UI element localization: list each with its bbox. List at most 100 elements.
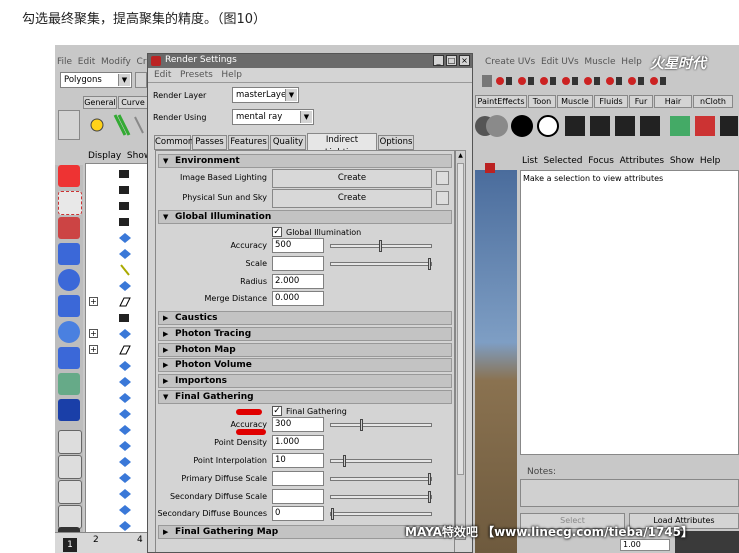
viewport-panel[interactable] xyxy=(475,170,517,553)
shelf-tab-fur[interactable]: Fur xyxy=(629,95,653,108)
outliner-row[interactable] xyxy=(86,374,148,390)
outliner-row[interactable] xyxy=(86,262,148,278)
fg-point-interp-slider[interactable] xyxy=(330,455,432,467)
tab-features[interactable]: Features xyxy=(228,135,269,150)
outliner-row[interactable] xyxy=(86,246,148,262)
rotate-tool-icon[interactable] xyxy=(58,269,80,291)
layout-two-icon[interactable] xyxy=(58,480,82,504)
render-using-select[interactable]: mental ray ▼ xyxy=(232,109,314,125)
attr-menu-attributes[interactable]: Attributes xyxy=(620,156,664,166)
section-photon-tracing[interactable]: ▶ Photon Tracing xyxy=(158,327,452,341)
attr-menu-focus[interactable]: Focus xyxy=(588,156,614,166)
rs-menu-edit[interactable]: Edit xyxy=(154,70,171,80)
outliner-row[interactable] xyxy=(86,198,148,214)
gi-scale-swatch[interactable] xyxy=(272,256,324,271)
outliner-row[interactable] xyxy=(86,166,148,182)
show-manip-icon[interactable] xyxy=(58,373,80,395)
menu-edit[interactable]: Edit xyxy=(78,57,95,67)
gi-scale-slider[interactable] xyxy=(330,258,432,270)
shelf-tab-painteffects[interactable]: PaintEffects xyxy=(475,95,527,108)
section-photon-map[interactable]: ▶ Photon Map xyxy=(158,343,452,357)
outliner-row[interactable] xyxy=(86,470,148,486)
outliner-row[interactable] xyxy=(86,454,148,470)
outliner-row[interactable] xyxy=(86,214,148,230)
section-environment[interactable]: ▼ Environment xyxy=(158,154,452,168)
fg-secondary-scale-swatch[interactable] xyxy=(272,489,324,504)
map-button-icon[interactable] xyxy=(436,171,449,185)
outliner-row[interactable] xyxy=(86,310,148,326)
outliner-row[interactable]: + xyxy=(86,294,148,310)
lasso-tool-icon[interactable] xyxy=(58,191,82,215)
timeline[interactable]: 1 2 4 xyxy=(55,532,150,553)
rs-scrollbar[interactable]: ▲ xyxy=(455,150,466,540)
outliner-row[interactable]: + xyxy=(86,342,148,358)
soft-mod-icon[interactable] xyxy=(58,347,80,369)
attr-menu-show[interactable]: Show xyxy=(670,156,694,166)
render-settings-titlebar[interactable]: Render Settings _ □ × xyxy=(148,54,472,68)
outliner-row[interactable] xyxy=(86,406,148,422)
scroll-thumb[interactable] xyxy=(457,163,464,475)
gi-checkbox[interactable]: ✓ xyxy=(272,227,282,237)
fg-accuracy-slider[interactable] xyxy=(330,419,432,431)
ibl-create-button[interactable]: Create xyxy=(272,169,432,188)
expand-icon[interactable]: + xyxy=(89,329,98,338)
layout-single-icon[interactable] xyxy=(58,430,82,454)
paint-select-icon[interactable] xyxy=(58,217,80,239)
layout-outliner-icon[interactable] xyxy=(58,505,82,529)
slider-thumb[interactable] xyxy=(360,419,363,431)
mode-selector[interactable]: Polygons ▼ xyxy=(60,72,132,88)
expand-icon[interactable]: + xyxy=(89,297,98,306)
fg-primary-scale-swatch[interactable] xyxy=(272,471,324,486)
scale-tool-icon[interactable] xyxy=(58,295,80,317)
menu-muscle[interactable]: Muscle xyxy=(584,57,615,67)
section-importons[interactable]: ▶ Importons xyxy=(158,374,452,388)
notes-field[interactable] xyxy=(520,479,739,507)
outliner-row[interactable]: + xyxy=(86,326,148,342)
attr-menu-selected[interactable]: Selected xyxy=(543,156,582,166)
outliner-row[interactable] xyxy=(86,438,148,454)
menu-create[interactable]: Cr xyxy=(137,57,147,67)
shelf-options-icon[interactable] xyxy=(58,110,80,140)
shelf-tab-ncloth[interactable]: nCloth xyxy=(693,95,733,108)
slider-thumb[interactable] xyxy=(428,491,431,503)
fg-point-interp-input[interactable]: 10 xyxy=(272,453,324,468)
minimize-icon[interactable]: _ xyxy=(433,55,444,66)
tab-options[interactable]: Options xyxy=(378,135,414,150)
outliner-row[interactable] xyxy=(86,486,148,502)
layout-four-icon[interactable] xyxy=(58,455,82,479)
gi-radius-input[interactable]: 2.000 xyxy=(272,274,324,289)
section-final-gathering[interactable]: ▼ Final Gathering xyxy=(158,390,452,404)
map-button-icon[interactable] xyxy=(436,191,449,205)
gi-accuracy-input[interactable]: 500 xyxy=(272,238,324,253)
maximize-icon[interactable]: □ xyxy=(446,55,457,66)
last-tool-icon[interactable] xyxy=(58,399,80,421)
outliner-row[interactable] xyxy=(86,358,148,374)
rs-menu-presets[interactable]: Presets xyxy=(180,70,213,80)
shelf-tab-fluids[interactable]: Fluids xyxy=(594,95,628,108)
fg-bounces-input[interactable]: 0 xyxy=(272,506,324,521)
fg-checkbox[interactable]: ✓ xyxy=(272,406,282,416)
outliner-row[interactable] xyxy=(86,278,148,294)
move-tool-icon[interactable] xyxy=(58,243,80,265)
fg-point-density-input[interactable]: 1.000 xyxy=(272,435,324,450)
section-global-illumination[interactable]: ▼ Global Illumination xyxy=(158,210,452,224)
shelf-tab-curve[interactable]: Curve xyxy=(118,96,148,109)
slider-thumb[interactable] xyxy=(331,508,334,520)
rs-menu-help[interactable]: Help xyxy=(221,70,242,80)
fg-primary-scale-slider[interactable] xyxy=(330,473,432,485)
toolbar-icon-small[interactable] xyxy=(135,72,147,88)
fg-bounces-slider[interactable] xyxy=(330,508,432,520)
slider-thumb[interactable] xyxy=(379,240,382,252)
tab-indirect-lighting[interactable]: Indirect Lighting xyxy=(307,133,377,158)
attr-menu-help[interactable]: Help xyxy=(700,156,721,166)
outliner-row[interactable] xyxy=(86,390,148,406)
attr-menu-list[interactable]: List xyxy=(522,156,538,166)
gi-accuracy-slider[interactable] xyxy=(330,240,432,252)
menu-edit-uvs[interactable]: Edit UVs xyxy=(541,57,579,67)
outliner-row[interactable] xyxy=(86,230,148,246)
tab-passes[interactable]: Passes xyxy=(192,135,227,150)
time-field[interactable]: 1.00 xyxy=(620,539,670,551)
outliner-row[interactable] xyxy=(86,182,148,198)
tab-common[interactable]: Common xyxy=(154,135,193,150)
menu-file[interactable]: File xyxy=(57,57,72,67)
